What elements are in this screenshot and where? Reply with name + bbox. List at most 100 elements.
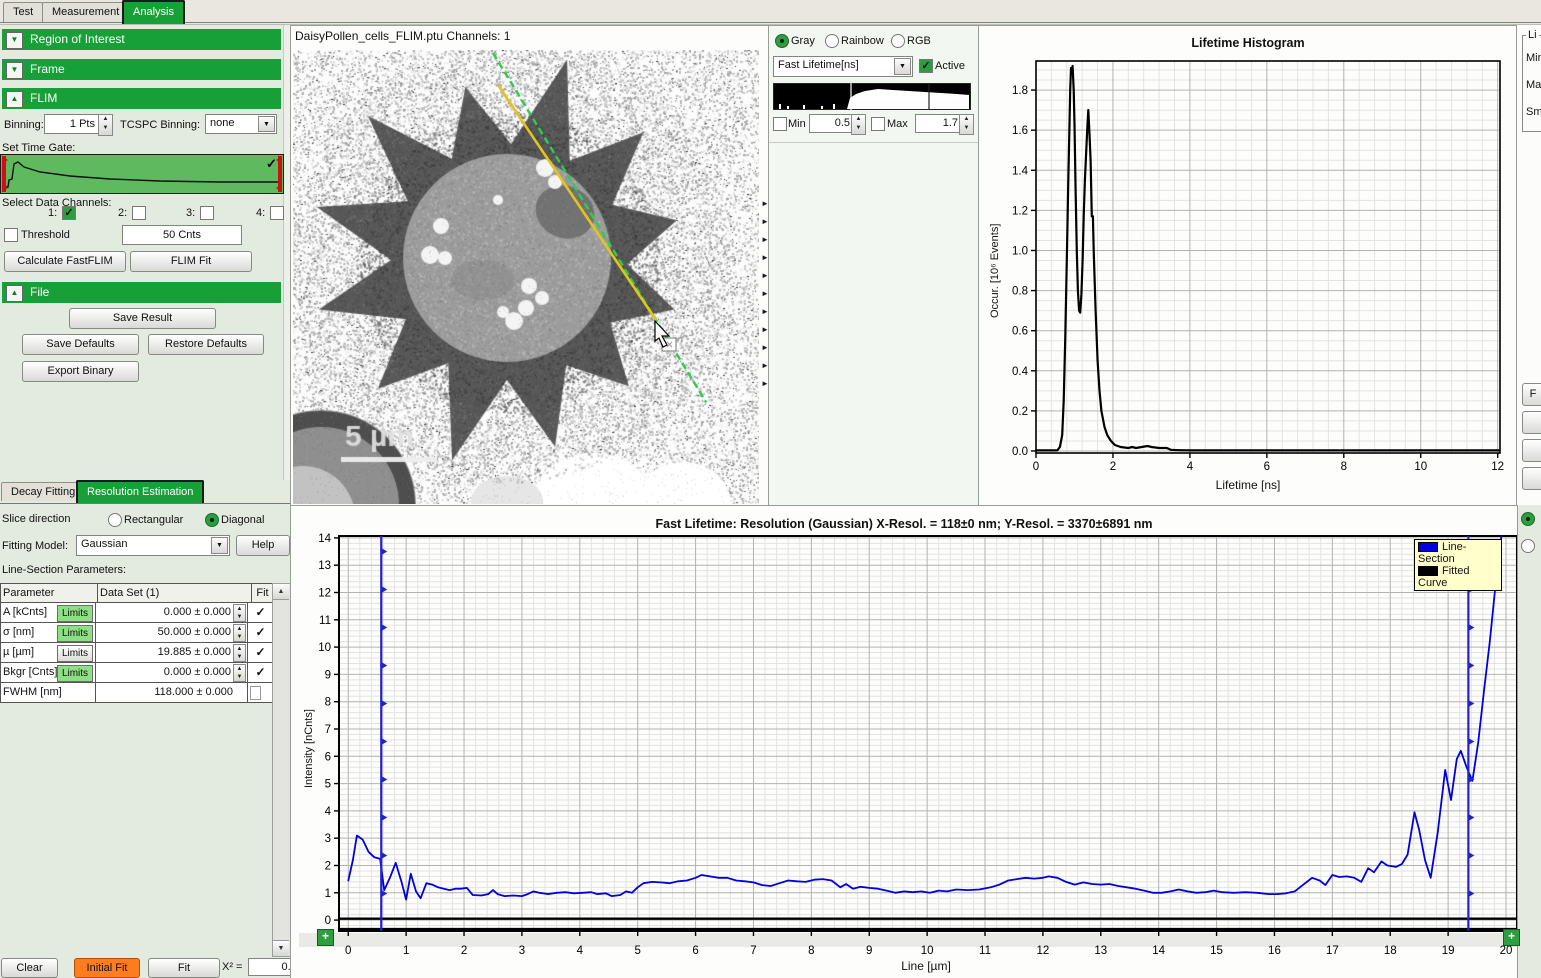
channel-3-checkbox[interactable] [200, 206, 214, 220]
collapse-up-icon[interactable]: ▲ [6, 91, 23, 108]
channel-2-checkbox[interactable] [132, 206, 146, 220]
time-gate-histogram[interactable]: ✓ [0, 154, 284, 194]
initial-fit-button[interactable]: Initial Fit [74, 958, 140, 978]
max-input[interactable]: 1.7 [915, 114, 962, 133]
table-scrollbar[interactable]: ▲ ▼ [272, 583, 292, 957]
svg-text:14: 14 [318, 533, 331, 545]
help-button[interactable]: Help [236, 535, 290, 556]
max-checkbox[interactable] [871, 117, 885, 131]
flim-analysis-window: Test Measurement Analysis ▼ Region of In… [0, 0, 1541, 978]
tab-measurement[interactable]: Measurement [42, 2, 129, 22]
min-stepper[interactable]: ▲▼ [851, 114, 866, 135]
truncated-button-1[interactable]: F [1522, 383, 1541, 406]
tab-resolution-estimation[interactable]: Resolution Estimation [76, 480, 204, 503]
section-file[interactable]: ▲ File [2, 282, 281, 303]
range-histogram[interactable] [773, 83, 971, 110]
feature-dropdown[interactable]: Fast Lifetime[ns] ▼ [773, 56, 913, 77]
binning-input[interactable]: 1 Pts [44, 114, 99, 134]
tcspc-binning-dropdown[interactable]: none ▼ [205, 114, 277, 134]
active-checkbox[interactable]: ✓ [919, 59, 933, 73]
line-section-overlay[interactable] [293, 50, 759, 504]
fit-check-icon[interactable]: ✓ [255, 665, 265, 679]
clear-button[interactable]: Clear [1, 958, 58, 978]
chevron-down-icon[interactable]: ▼ [211, 537, 228, 554]
rectangular-radio[interactable] [108, 513, 122, 527]
tab-decay-fitting[interactable]: Decay Fitting [1, 482, 85, 501]
limits-button[interactable]: Limits [57, 605, 93, 622]
channel-4-checkbox[interactable] [270, 206, 284, 220]
svg-text:1: 1 [325, 888, 331, 900]
value-stepper[interactable]: ▲▼ [233, 644, 246, 662]
scroll-up-icon[interactable]: ▲ [273, 584, 289, 600]
rainbow-radio[interactable] [825, 34, 839, 48]
value-stepper[interactable]: ▲▼ [233, 664, 246, 682]
line-section-chart[interactable]: 0123456789101112131415161718192001234567… [291, 506, 1517, 978]
section-title: Region of Interest [30, 32, 125, 46]
dropdown-value: Fast Lifetime[ns] [778, 59, 859, 71]
section-frame[interactable]: ▼ Frame [2, 59, 281, 80]
threshold-checkbox[interactable] [4, 228, 18, 242]
svg-text:14: 14 [1152, 945, 1165, 957]
value-stepper[interactable]: ▲▼ [233, 604, 246, 622]
collapse-down-icon[interactable]: ▼ [6, 32, 23, 49]
bottom-right-radio-1[interactable] [1521, 512, 1535, 526]
histogram-title: Lifetime Histogram [979, 36, 1517, 50]
fit-button[interactable]: Fit [148, 958, 220, 978]
zoom-add-left-button[interactable]: + [317, 929, 334, 946]
truncated-button-4[interactable] [1522, 467, 1541, 490]
slice-direction-label: Slice direction [2, 513, 70, 525]
limits-button[interactable]: Limits [57, 645, 93, 662]
svg-text:0: 0 [325, 915, 331, 927]
limits-button[interactable]: Limits [57, 665, 93, 682]
chevron-down-icon[interactable]: ▼ [894, 58, 911, 75]
max-stepper[interactable]: ▲▼ [959, 114, 974, 135]
svg-text:5: 5 [325, 779, 331, 791]
chevron-down-icon[interactable]: ▼ [258, 116, 275, 132]
collapse-down-icon[interactable]: ▼ [6, 62, 23, 79]
truncated-button-3[interactable] [1522, 439, 1541, 462]
calculate-fastflim-button[interactable]: Calculate FastFLIM [4, 251, 126, 272]
export-binary-button[interactable]: Export Binary [22, 361, 139, 382]
scroll-down-icon[interactable]: ▼ [273, 940, 289, 956]
svg-text:1: 1 [403, 945, 409, 957]
table-row: σ [nm]Limits50.000 ± 0.000▲▼✓ [1, 622, 273, 642]
svg-text:7: 7 [750, 945, 756, 957]
limits-button[interactable]: Limits [57, 625, 93, 642]
fit-check-icon[interactable]: ✓ [255, 645, 265, 659]
image-panel: DaisyPollen_cells_FLIM.ptu Channels: 1 ►… [290, 25, 770, 507]
fit-check-icon[interactable]: ✓ [255, 605, 265, 619]
svg-text:10: 10 [1414, 461, 1427, 473]
svg-text:1.2: 1.2 [1012, 205, 1028, 217]
time-gate-widget[interactable]: ✓ [0, 154, 284, 194]
truncated-button-2[interactable] [1522, 411, 1541, 434]
threshold-input[interactable]: 50 Cnts [122, 225, 242, 245]
lifetime-histogram-chart[interactable]: 0246810120.00.20.40.60.81.01.21.41.61.8 [979, 26, 1517, 506]
svg-text:0.8: 0.8 [1012, 286, 1028, 298]
col-parameter: Parameter [1, 584, 98, 602]
flim-fit-button[interactable]: FLIM Fit [130, 251, 252, 272]
binning-stepper[interactable]: ▲▼ [98, 114, 113, 136]
diagonal-radio[interactable] [205, 513, 219, 527]
restore-defaults-button[interactable]: Restore Defaults [148, 334, 264, 355]
channel-1-checkbox[interactable]: ✓ [62, 206, 76, 220]
tab-test[interactable]: Test [3, 2, 43, 22]
min-input[interactable]: 0.5 [809, 114, 854, 133]
param-value[interactable]: 118.000 ± 0.000 [154, 686, 247, 698]
zoom-add-right-button[interactable]: + [1503, 929, 1520, 946]
right-settings-strip: Li Min Max Sm F [1516, 25, 1541, 505]
line-section-selected-segment[interactable] [498, 85, 656, 320]
section-flim[interactable]: ▲ FLIM [2, 88, 281, 109]
value-stepper[interactable]: ▲▼ [233, 624, 246, 642]
section-region-of-interest[interactable]: ▼ Region of Interest [2, 29, 281, 50]
fitting-model-dropdown[interactable]: Gaussian ▼ [76, 535, 230, 556]
rgb-radio[interactable] [891, 34, 905, 48]
gray-radio[interactable] [775, 34, 789, 48]
collapse-up-icon[interactable]: ▲ [6, 285, 23, 302]
bottom-right-radio-2[interactable] [1521, 539, 1535, 553]
save-result-button[interactable]: Save Result [69, 308, 216, 329]
save-defaults-button[interactable]: Save Defaults [22, 334, 139, 355]
svg-text:0.0: 0.0 [1012, 446, 1028, 458]
tab-analysis[interactable]: Analysis [122, 0, 185, 24]
fit-check-icon[interactable]: ✓ [255, 625, 265, 639]
min-checkbox[interactable] [773, 117, 787, 131]
